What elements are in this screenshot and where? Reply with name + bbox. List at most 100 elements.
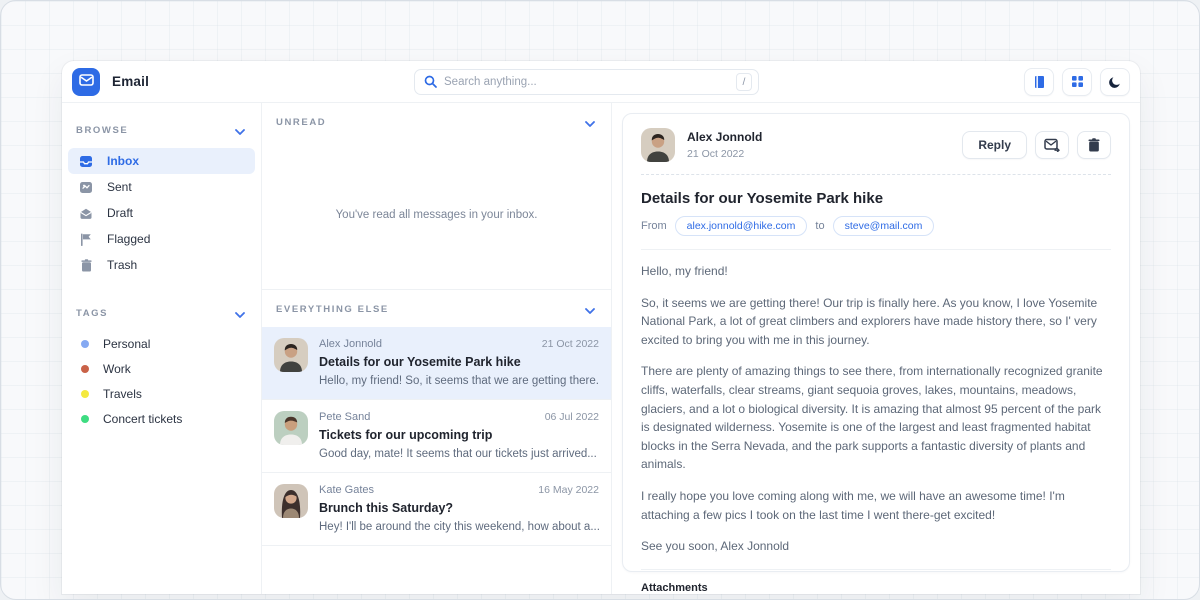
body-paragraph: So, it seems we are getting there! Our t… [641,294,1111,350]
detail-subject: Details for our Yosemite Park hike [641,190,1111,207]
browse-list: Inbox Sent Draft [62,148,261,278]
trash-icon [1088,138,1100,152]
from-label: From [641,220,667,232]
book-button[interactable] [1024,68,1054,96]
tags-list: Personal Work Travels Concert tickets [62,331,261,431]
body-paragraph: I really hope you love coming along with… [641,487,1111,524]
tag-label: Work [103,362,131,376]
search-shortcut-key: / [736,73,752,91]
message-list-column: UNREAD You've read all messages in your … [262,103,612,594]
everything-else-label: EVERYTHING ELSE [276,304,389,315]
email-date: 21 Oct 2022 [542,338,599,350]
email-list-item[interactable]: Alex Jonnold 21 Oct 2022 Details for our… [262,327,611,400]
app-header: Email / [62,61,1140,103]
unread-collapse-button[interactable] [583,113,597,132]
tag-item-work[interactable]: Work [68,356,255,381]
detail-actions: Reply [962,131,1111,159]
tag-item-personal[interactable]: Personal [68,331,255,356]
sent-icon [78,181,94,194]
chevron-down-icon [235,306,245,321]
body-paragraph: See you soon, Alex Jonnold [641,537,1111,556]
mail-forward-icon [1044,138,1060,152]
grid-button[interactable] [1062,68,1092,96]
body-paragraph: Hello, my friend! [641,262,1111,281]
page-background: Email / [0,0,1200,600]
from-email-chip[interactable]: alex.jonnold@hike.com [675,216,808,236]
email-snippet: Good day, mate! It seems that our ticket… [319,448,599,460]
delete-button[interactable] [1077,131,1111,159]
sidebar-item-flagged[interactable]: Flagged [68,226,255,252]
detail-sender-name: Alex Jonnold [687,130,950,144]
sidebar-item-label: Draft [107,206,133,220]
email-list-item[interactable]: Kate Gates 16 May 2022 Brunch this Satur… [262,473,611,546]
reply-button[interactable]: Reply [962,131,1027,159]
to-label: to [815,220,824,232]
divider [641,249,1111,250]
email-body: Hello, my friend! So, it seems we are ge… [641,262,1111,556]
tag-color-dot [81,365,89,373]
sidebar: BROWSE Inbox [62,103,262,594]
app-logo [72,68,100,96]
draft-icon [78,207,94,220]
unread-section-header: UNREAD [262,103,611,140]
moon-icon [1108,75,1122,89]
email-detail-column: Alex Jonnold 21 Oct 2022 Reply [612,103,1140,594]
avatar [274,484,308,518]
search-icon [424,75,437,88]
detail-sender-meta: Alex Jonnold 21 Oct 2022 [687,130,950,160]
email-summary: Kate Gates 16 May 2022 Brunch this Satur… [319,484,599,533]
tag-item-concert-tickets[interactable]: Concert tickets [68,406,255,431]
tag-color-dot [81,415,89,423]
avatar [274,338,308,372]
sidebar-item-inbox[interactable]: Inbox [68,148,255,174]
book-icon [1032,75,1046,89]
detail-header: Alex Jonnold 21 Oct 2022 Reply [641,128,1111,162]
header-center: / [149,69,1024,95]
detail-date: 21 Oct 2022 [687,148,950,160]
dark-mode-button[interactable] [1100,68,1130,96]
to-email-chip[interactable]: steve@mail.com [833,216,935,236]
email-app-window: Email / [62,61,1140,594]
chevron-down-icon [235,123,245,138]
tag-label: Personal [103,337,150,351]
tags-section-header: TAGS [62,294,261,331]
everything-else-section-header: EVERYTHING ELSE [262,290,611,327]
search-input[interactable] [444,76,736,88]
sidebar-item-draft[interactable]: Draft [68,200,255,226]
sidebar-item-sent[interactable]: Sent [68,174,255,200]
email-detail-card: Alex Jonnold 21 Oct 2022 Reply [622,113,1130,572]
sidebar-item-label: Sent [107,180,132,194]
email-date: 16 May 2022 [538,484,599,496]
email-summary: Pete Sand 06 Jul 2022 Tickets for our up… [319,411,599,460]
avatar [641,128,675,162]
avatar [274,411,308,445]
tags-collapse-button[interactable] [233,304,247,323]
tag-item-travels[interactable]: Travels [68,381,255,406]
search-bar[interactable]: / [414,69,759,95]
email-snippet: Hey! I'll be around the city this weeken… [319,521,599,533]
email-sender: Alex Jonnold [319,338,382,350]
tag-label: Concert tickets [103,412,182,426]
trash-icon [78,259,94,272]
email-list-item[interactable]: Pete Sand 06 Jul 2022 Tickets for our up… [262,400,611,473]
chevron-down-icon [585,115,595,130]
sidebar-item-trash[interactable]: Trash [68,252,255,278]
email-date: 06 Jul 2022 [545,411,599,423]
from-to-row: From alex.jonnold@hike.com to steve@mail… [641,216,1111,236]
email-subject: Tickets for our upcoming trip [319,428,599,442]
sidebar-item-label: Flagged [107,232,150,246]
flag-icon [78,233,94,246]
email-summary: Alex Jonnold 21 Oct 2022 Details for our… [319,338,599,387]
body-paragraph: There are plenty of amazing things to se… [641,362,1111,474]
everything-else-collapse-button[interactable] [583,300,597,319]
email-sender: Pete Sand [319,411,370,423]
tags-label: TAGS [76,308,108,319]
email-sender: Kate Gates [319,484,374,496]
browse-section-header: BROWSE [62,111,261,148]
dashed-divider [641,174,1111,175]
email-subject: Brunch this Saturday? [319,501,599,515]
browse-collapse-button[interactable] [233,121,247,140]
sidebar-item-label: Inbox [107,154,139,168]
forward-button[interactable] [1035,131,1069,159]
divider [641,569,1111,570]
